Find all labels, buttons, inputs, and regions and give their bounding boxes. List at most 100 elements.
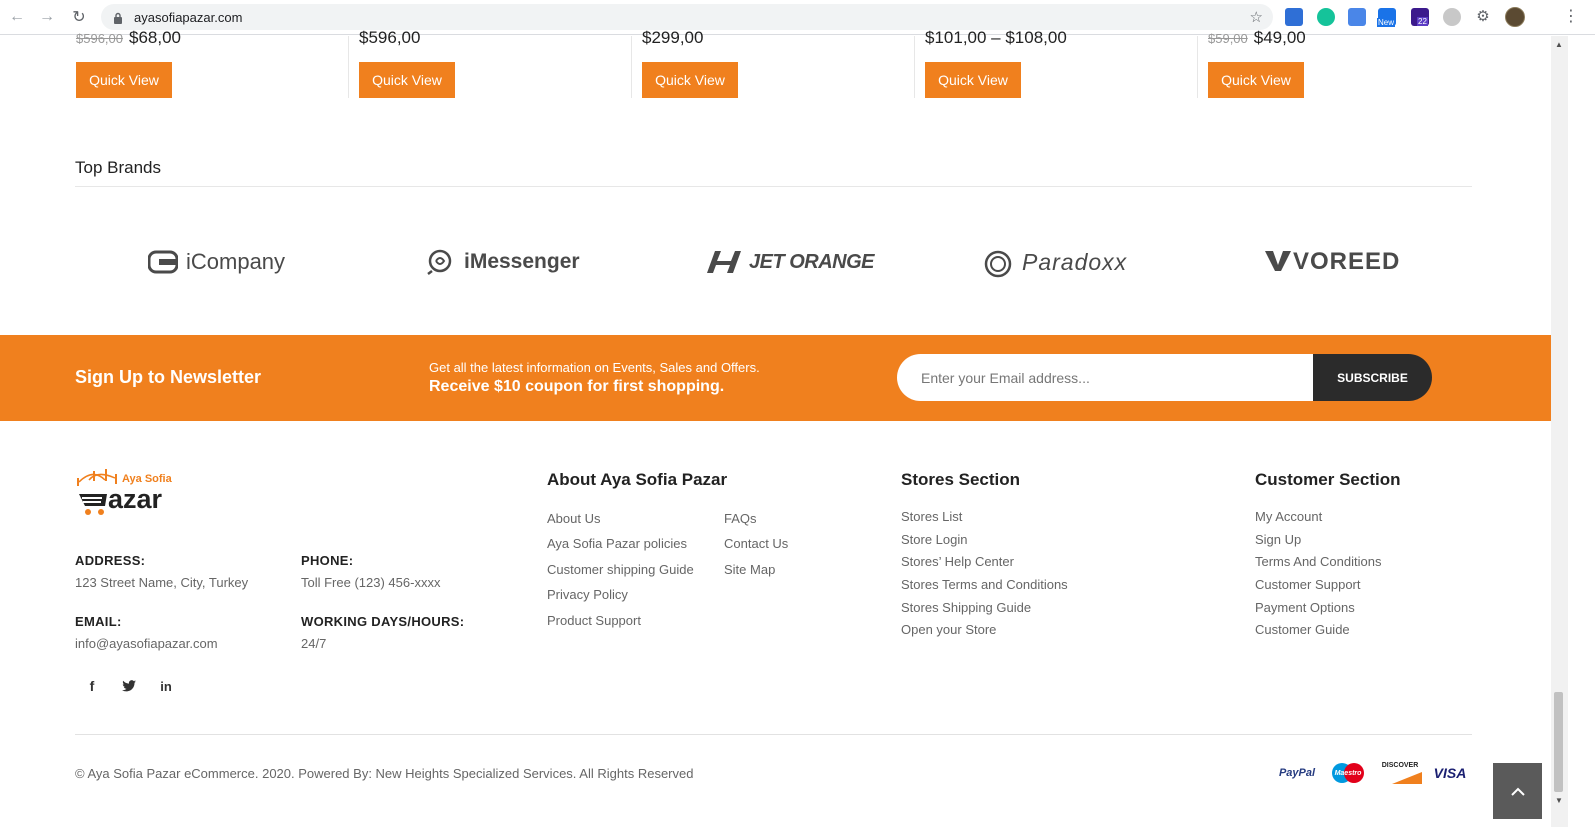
visa-icon: VISA [1431, 762, 1469, 784]
product-card: $101,00 – $108,00 Quick View [914, 28, 1207, 100]
current-price: $596,00 [359, 28, 421, 47]
bookmark-star-icon[interactable]: ☆ [1250, 8, 1263, 26]
footer-link-about-us[interactable]: About Us [547, 511, 600, 526]
customer-heading: Customer Section [1255, 470, 1401, 489]
footer-link-contact-us[interactable]: Contact Us [724, 536, 788, 551]
divider [914, 36, 915, 98]
footer-link-stores-list[interactable]: Stores List [901, 509, 962, 524]
footer-link-my-account[interactable]: My Account [1255, 509, 1322, 524]
footer-link-site-map[interactable]: Site Map [724, 562, 775, 577]
scroll-to-top-button[interactable] [1493, 763, 1542, 819]
voreed-logo-icon [1265, 249, 1291, 275]
hours-value: 24/7 [301, 636, 327, 651]
brand-name: iMessenger [464, 250, 580, 273]
phone-label: PHONE: [301, 553, 354, 568]
address-bar[interactable]: ayasofiapazar.com ☆ [101, 4, 1273, 30]
brand-logo-icompany[interactable]: iCompany [147, 241, 285, 283]
footer-link-terms[interactable]: Terms And Conditions [1255, 554, 1381, 569]
footer-link-open-store[interactable]: Open your Store [901, 622, 996, 637]
email-label: EMAIL: [75, 614, 122, 629]
footer-link-product-support[interactable]: Product Support [547, 613, 641, 628]
icompany-logo-icon [147, 249, 179, 275]
maestro-icon: Maestro [1329, 762, 1367, 784]
paypal-icon: PayPal [1278, 762, 1316, 784]
footer-link-stores-shipping[interactable]: Stores Shipping Guide [901, 600, 1031, 615]
more-menu-icon[interactable]: ⋮ [1563, 8, 1579, 26]
paradoxx-logo-icon [984, 249, 1014, 278]
quick-view-button[interactable]: Quick View [925, 62, 1021, 98]
footer-link-shipping-guide[interactable]: Customer shipping Guide [547, 562, 694, 577]
product-price: $59,00 $49,00 [1208, 28, 1306, 48]
email-input[interactable] [897, 354, 1317, 401]
subscribe-button[interactable]: SUBSCRIBE [1313, 354, 1432, 401]
quick-view-button[interactable]: Quick View [642, 62, 738, 98]
newsletter-banner: Sign Up to Newsletter Get all the latest… [0, 335, 1551, 421]
brand-logo-voreed[interactable]: VOREED [1265, 241, 1400, 283]
count-badge: 22 [1417, 17, 1428, 26]
footer-link-stores-help[interactable]: Stores’ Help Center [901, 554, 1014, 569]
footer-link-privacy-policy[interactable]: Privacy Policy [547, 587, 628, 602]
footer-link-customer-guide[interactable]: Customer Guide [1255, 622, 1350, 637]
quick-view-button[interactable]: Quick View [1208, 62, 1304, 98]
lock-icon [113, 11, 123, 24]
grammarly-icon[interactable] [1317, 8, 1335, 26]
product-price: $299,00 [642, 28, 703, 48]
product-card: $596,00 $68,00 Quick View [75, 28, 358, 100]
graduation-cap-icon[interactable]: 22 [1411, 8, 1429, 26]
footer-link-store-login[interactable]: Store Login [901, 532, 968, 547]
newsletter-title: Sign Up to Newsletter [75, 367, 262, 387]
product-card: $596,00 Quick View [348, 28, 641, 100]
discover-label: DISCOVER [1381, 762, 1419, 769]
current-price: $68,00 [129, 28, 181, 47]
site-logo[interactable]: Aya Sofia azar [75, 468, 172, 520]
reload-icon[interactable]: ↻ [68, 6, 90, 28]
old-price: $59,00 [1208, 31, 1248, 46]
current-price: $101,00 – $108,00 [925, 28, 1067, 47]
back-arrow-icon[interactable]: ← [6, 6, 28, 28]
footer-link-sign-up[interactable]: Sign Up [1255, 532, 1301, 547]
quick-view-button[interactable]: Quick View [359, 62, 455, 98]
product-card: $59,00 $49,00 Quick View [1197, 28, 1490, 100]
imessenger-logo-icon [426, 249, 456, 275]
profile-avatar[interactable] [1505, 7, 1525, 27]
phone-value[interactable]: Toll Free (123) 456-xxxx [301, 575, 440, 590]
twitter-icon[interactable] [119, 676, 139, 696]
footer-link-faqs[interactable]: FAQs [724, 511, 757, 526]
brand-logo-jet-orange[interactable]: JET ORANGE [705, 241, 875, 283]
brand-logo-imessenger[interactable]: iMessenger [426, 241, 580, 283]
brand-name: JET ORANGE [749, 250, 875, 273]
brand-logo-paradoxx[interactable]: Paradoxx [984, 241, 1127, 283]
divider [75, 186, 1472, 187]
translate-icon[interactable] [1348, 8, 1366, 26]
hours-label: WORKING DAYS/HOURS: [301, 614, 465, 629]
extension-download-icon[interactable] [1285, 8, 1303, 26]
linkedin-icon[interactable]: in [156, 676, 176, 696]
footer-link-customer-support[interactable]: Customer Support [1255, 577, 1361, 592]
new-badge: New [1377, 18, 1396, 27]
email-value[interactable]: info@ayasofiapazar.com [75, 636, 218, 651]
divider [631, 36, 632, 98]
quick-view-button[interactable]: Quick View [76, 62, 172, 98]
puzzle-extensions-icon[interactable]: ⚙ [1474, 8, 1492, 26]
new-extension-icon[interactable]: New [1377, 8, 1396, 27]
scroll-down-arrow-icon[interactable]: ▼ [1555, 796, 1563, 805]
visa-label: VISA [1433, 765, 1467, 781]
globe-icon[interactable] [1443, 8, 1461, 26]
old-price: $596,00 [76, 31, 123, 46]
scroll-up-arrow-icon[interactable]: ▲ [1555, 40, 1563, 49]
scrollbar-thumb[interactable] [1554, 692, 1563, 792]
top-brands-heading: Top Brands [75, 158, 161, 177]
facebook-icon[interactable]: f [82, 676, 102, 696]
footer-link-payment-options[interactable]: Payment Options [1255, 600, 1355, 615]
divider [75, 734, 1472, 735]
chevron-up-icon [1510, 781, 1526, 802]
footer-link-policies[interactable]: Aya Sofia Pazar policies [547, 536, 687, 551]
page-scrollbar[interactable]: ▲ ▼ [1551, 36, 1568, 827]
browser-toolbar: ← → ↻ ayasofiapazar.com ☆ New 22 ⚙ ⋮ [0, 0, 1595, 35]
current-price: $299,00 [642, 28, 704, 47]
url-text: ayasofiapazar.com [134, 9, 243, 25]
divider [348, 36, 349, 98]
divider [1197, 36, 1198, 98]
footer-link-stores-terms[interactable]: Stores Terms and Conditions [901, 577, 1068, 592]
forward-arrow-icon[interactable]: → [36, 6, 58, 28]
